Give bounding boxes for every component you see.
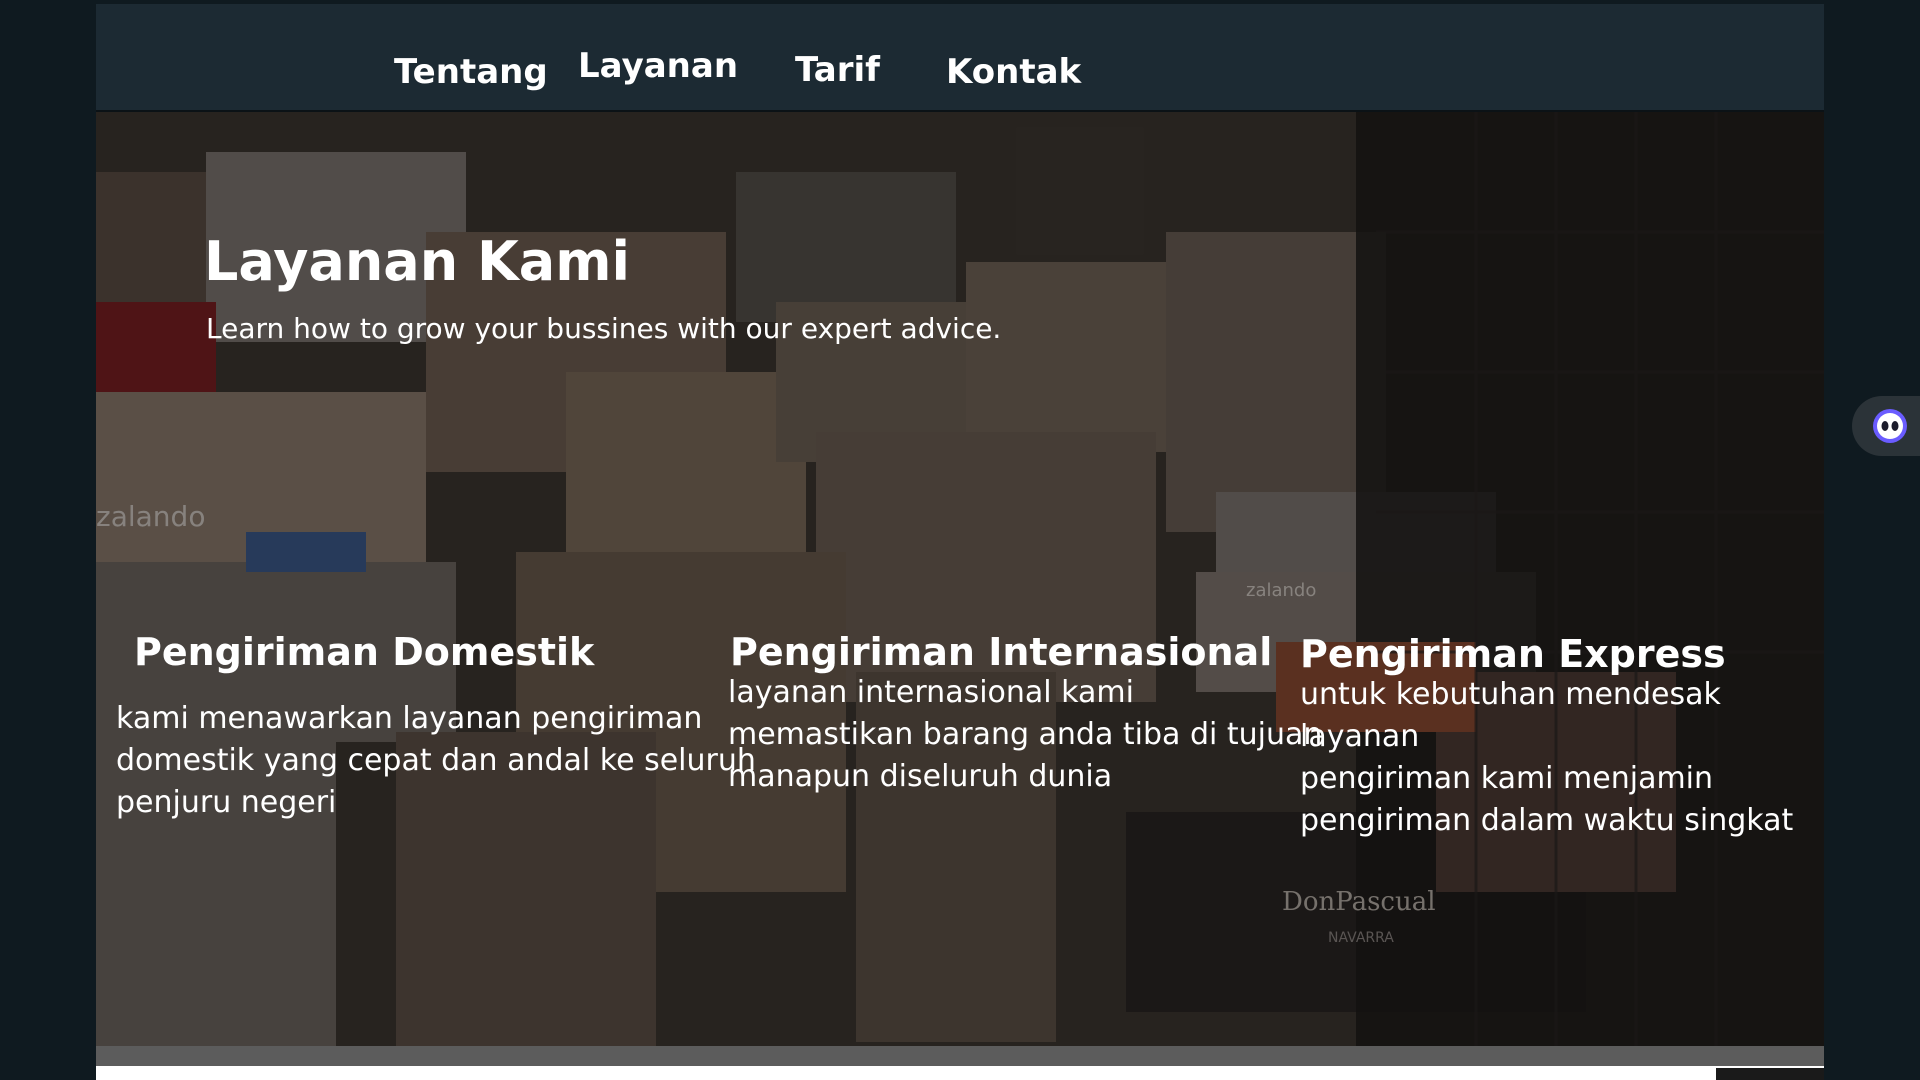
page-subtitle: Learn how to grow your bussines with our…: [206, 312, 1002, 345]
service-desc-domestic: kami menawarkan layanan pengiriman domes…: [116, 701, 756, 820]
service-title-express: Pengiriman Express: [1300, 632, 1726, 676]
footer-band: [96, 1046, 1824, 1066]
footer-line: [96, 1066, 1824, 1080]
service-title-domestic: Pengiriman Domestik: [134, 630, 595, 674]
footer-line-segment: [1716, 1068, 1824, 1080]
service-desc-express: untuk kebutuhan mendesak layanan pengiri…: [1300, 677, 1794, 838]
nav-item-kontak[interactable]: Kontak: [946, 52, 1081, 92]
assistant-floating-button[interactable]: [1852, 396, 1920, 456]
service-desc-international: layanan internasional kami memastikan ba…: [728, 675, 1323, 794]
page-title: Layanan Kami: [204, 230, 631, 293]
page: Tentang Layanan Tarif Kontak zalando zal…: [96, 0, 1824, 1080]
assistant-face-icon: [1873, 409, 1907, 443]
top-navbar: Tentang Layanan Tarif Kontak: [96, 4, 1824, 112]
nav-item-layanan[interactable]: Layanan: [578, 46, 738, 86]
service-title-international: Pengiriman Internasional: [730, 630, 1273, 674]
nav-item-tentang[interactable]: Tentang: [394, 52, 548, 92]
nav-item-tarif[interactable]: Tarif: [795, 50, 880, 90]
hero-section: zalando zalando DonPascual NAVARRA Layan…: [96, 112, 1824, 1046]
